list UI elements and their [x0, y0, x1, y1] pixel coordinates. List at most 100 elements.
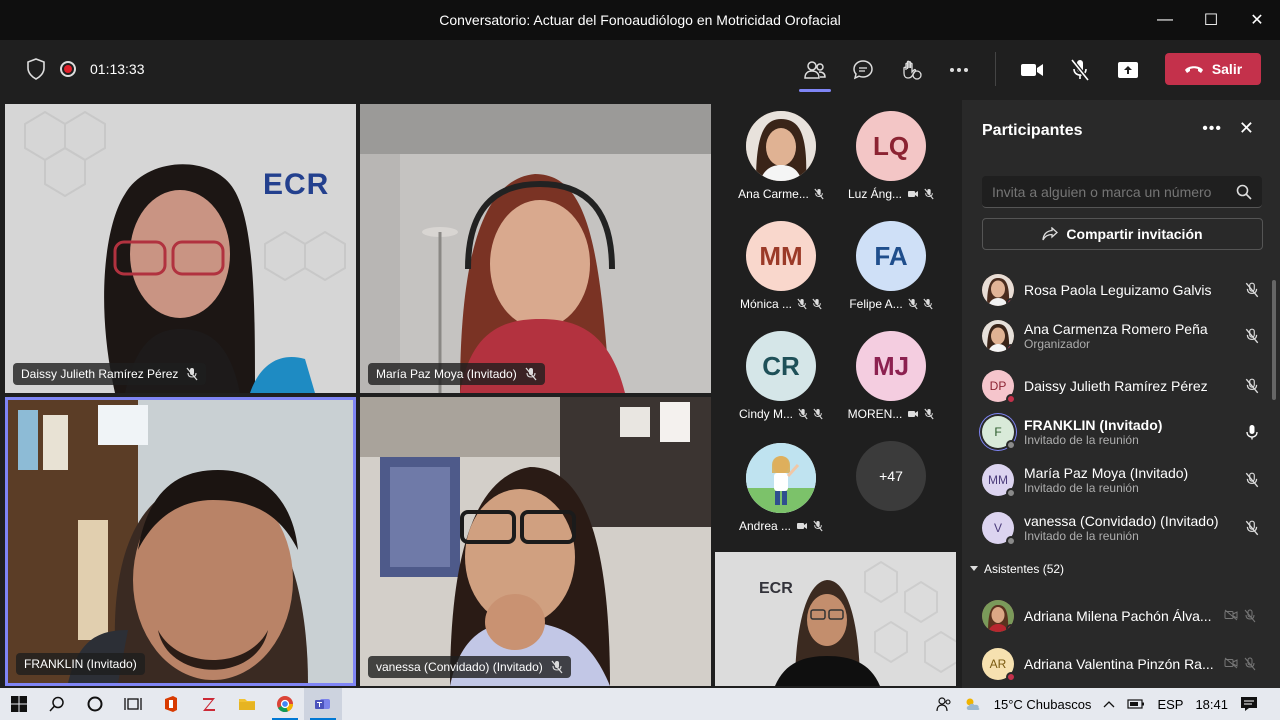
video-tile-franklin[interactable]: FRANKLIN (Invitado): [5, 397, 356, 686]
roster-tile[interactable]: CR Cindy M...: [726, 331, 836, 421]
avatar-initials: V: [993, 521, 1002, 535]
reactions-button[interactable]: [897, 56, 925, 84]
cortana-button[interactable]: [76, 688, 114, 720]
teams-app[interactable]: [304, 688, 342, 720]
participant-row[interactable]: Rosa Paola Leguizamo Galvis: [982, 268, 1264, 312]
microphone-button[interactable]: [1066, 56, 1094, 84]
roster-tile[interactable]: LQ Luz Áng...: [836, 111, 946, 201]
chevron-up-icon[interactable]: [1103, 700, 1115, 708]
camera-button[interactable]: [1018, 56, 1046, 84]
participant-video: [715, 552, 956, 686]
attendees-section-toggle[interactable]: Asistentes (52): [970, 562, 1064, 576]
toolbar-divider: [995, 52, 996, 86]
video-tile-maria[interactable]: María Paz Moya (Invitado): [360, 104, 711, 393]
chrome-app[interactable]: [266, 688, 304, 720]
chrome-icon: [277, 696, 293, 713]
participant-video: [5, 104, 356, 393]
zotero-app[interactable]: [190, 688, 228, 720]
avatar: AR: [982, 648, 1016, 682]
roster-name: Ana Carme...: [738, 187, 809, 201]
file-explorer-app[interactable]: [228, 688, 266, 720]
window-controls: — ☐ ✕: [1142, 0, 1280, 40]
name-tag: María Paz Moya (Invitado): [368, 363, 545, 385]
weather-text[interactable]: 15°C Chubascos: [994, 697, 1092, 712]
share-screen-button[interactable]: [1114, 56, 1142, 84]
avatar: MM: [746, 221, 816, 291]
roster-name: Cindy M...: [738, 407, 793, 421]
attendee-row[interactable]: Adriana Milena Pachón Álva...: [982, 594, 1264, 638]
avatar: [746, 111, 816, 181]
video-tile-vanessa[interactable]: vanessa (Convidado) (Invitado): [360, 397, 711, 686]
teams-icon: [315, 699, 330, 709]
avatar-initials: MM: [988, 473, 1008, 487]
clock[interactable]: 18:41: [1195, 697, 1228, 712]
participant-video: [360, 397, 711, 686]
shield-icon[interactable]: [26, 58, 46, 80]
minimize-button[interactable]: —: [1142, 0, 1188, 40]
participants-button[interactable]: [799, 56, 831, 92]
maximize-button[interactable]: ☐: [1188, 0, 1234, 40]
participant-row[interactable]: F FRANKLIN (Invitado) Invitado de la reun…: [982, 410, 1264, 454]
participant-row[interactable]: V vanessa (Convidado) (Invitado) Invitado…: [982, 506, 1264, 550]
battery-icon[interactable]: [1127, 698, 1145, 710]
language-indicator[interactable]: ESP: [1157, 697, 1183, 712]
roster-tile[interactable]: Ana Carme...: [726, 111, 836, 201]
roster-tile[interactable]: MJ MOREN...: [836, 331, 946, 421]
weather-icon[interactable]: [964, 696, 982, 712]
search-icon[interactable]: [1236, 184, 1252, 200]
mic-off-icon: [1245, 328, 1259, 344]
raise-hand-icon: [903, 60, 922, 80]
status-badge: [1006, 440, 1016, 450]
participant-row[interactable]: MM María Paz Moya (Invitado) Invitado de …: [982, 458, 1264, 502]
video-tile-daissy[interactable]: ECR Daissy Julieth Ramírez Pérez: [5, 104, 356, 393]
chat-button[interactable]: [849, 56, 877, 84]
avatar: MJ: [856, 331, 926, 401]
bitmoji-avatar: [746, 443, 816, 513]
participant-name: Daissy Julieth Ramírez Pérez: [21, 367, 179, 381]
avatar: V: [982, 512, 1016, 546]
share-invite-button[interactable]: Compartir invitación: [982, 218, 1263, 250]
invite-search: [982, 176, 1262, 208]
mic-off-icon: [1244, 609, 1256, 623]
more-icon: [950, 68, 968, 72]
more-participants-tile[interactable]: +47: [836, 441, 946, 511]
invite-search-input[interactable]: [992, 183, 1236, 200]
office-app[interactable]: [152, 688, 190, 720]
participant-row[interactable]: Ana Carmenza Romero Peña Organizador: [982, 314, 1264, 358]
panel-scrollbar[interactable]: [1272, 280, 1276, 400]
camera-off-icon: [1224, 657, 1238, 669]
self-view[interactable]: ECR: [715, 552, 956, 686]
more-actions-button[interactable]: [945, 56, 973, 84]
mic-off-icon: [797, 298, 807, 310]
panel-more-icon[interactable]: •••: [1202, 120, 1222, 138]
mic-off-icon: [908, 298, 918, 310]
close-window-button[interactable]: ✕: [1234, 0, 1280, 40]
roster-tile[interactable]: Andrea ...: [726, 443, 836, 533]
participant-role: Invitado de la reunión: [1024, 481, 1139, 495]
mic-off-icon: [798, 408, 808, 420]
mic-on-icon: [1246, 425, 1258, 440]
avatar: LQ: [856, 111, 926, 181]
attendee-name: Adriana Valentina Pinzón Ra...: [1024, 656, 1214, 672]
chevron-down-icon: [970, 566, 978, 571]
people-tray-icon[interactable]: [936, 696, 952, 712]
participant-name: María Paz Moya (Invitado): [376, 367, 517, 381]
roster-tile[interactable]: MM Mónica ...: [726, 221, 836, 311]
roster-tile[interactable]: FA Felipe A...: [836, 221, 946, 311]
system-tray: 15°C Chubascos ESP 18:41: [936, 688, 1280, 720]
attendee-row[interactable]: AR Adriana Valentina Pinzón Ra...: [982, 642, 1264, 686]
task-view-button[interactable]: [114, 688, 152, 720]
notifications-icon[interactable]: [1240, 696, 1258, 712]
mic-off-icon: [924, 188, 934, 200]
search-taskbar-button[interactable]: [38, 688, 76, 720]
meeting-timer: 01:13:33: [90, 61, 145, 77]
mic-off-icon: [186, 367, 198, 381]
start-button[interactable]: [0, 688, 38, 720]
roster-name: MOREN...: [847, 407, 903, 421]
panel-close-icon[interactable]: ✕: [1239, 118, 1254, 139]
participant-name: vanessa (Convidado) (Invitado): [1024, 513, 1219, 529]
share-invite-label: Compartir invitación: [1066, 226, 1203, 242]
participant-row[interactable]: DP Daissy Julieth Ramírez Pérez: [982, 364, 1264, 408]
leave-button[interactable]: Salir: [1165, 53, 1261, 85]
mic-off-icon: [923, 298, 933, 310]
